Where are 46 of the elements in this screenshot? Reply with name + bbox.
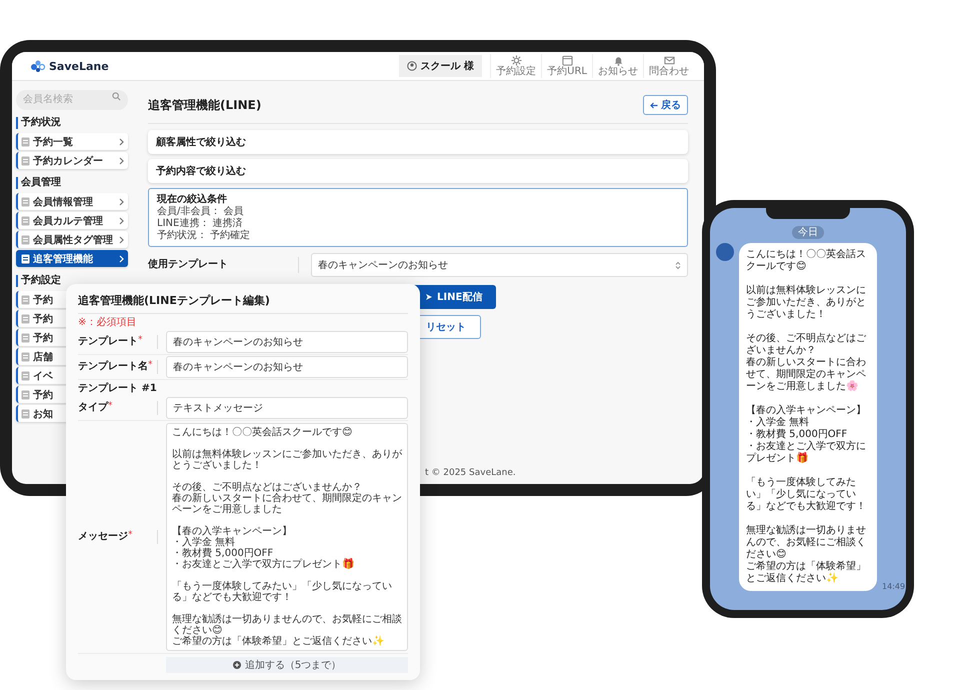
- required-note: ※：必須項目: [78, 317, 136, 329]
- message-line: 春の新しいスタートに合わせて、期間限定のキャンペーンをご用意しました🌸: [746, 357, 867, 393]
- modal-title: 追客管理機能(LINEテンプレート編集): [78, 293, 408, 314]
- message-line: 春の新しいスタートに合わせて、期間限定のキャンペーンをご用意しました: [172, 493, 402, 515]
- message-line: ご希望の方は「体験希望」とご返信ください✨: [172, 636, 385, 647]
- message-line: その後、ご不明点などはございませんか？: [172, 482, 362, 493]
- message-line: ・入学金 無料: [172, 537, 236, 548]
- field-label: テンプレート: [78, 335, 138, 349]
- field-label: テンプレート名: [78, 360, 148, 374]
- condition-text: 会員/非会員： 会員: [157, 206, 245, 218]
- field-label: メッセージ: [78, 530, 128, 544]
- page-title: 追客管理機能(LINE): [148, 96, 262, 114]
- message-line: 無理な勧誘は一切ありませんので、お気軽にご相談ください😊: [172, 614, 402, 636]
- copyright-text: t © 2025 SaveLane.: [424, 468, 517, 478]
- message-line: 以前は無料体験レッスンにご参加いただき、ありがとうございました！: [746, 285, 867, 321]
- required-mark: *: [148, 360, 152, 370]
- message-time: 14:49: [882, 582, 906, 591]
- message-line: その後、ご不明点などはございませんか？: [746, 333, 867, 356]
- message-line: ・入学金 無料: [746, 417, 810, 428]
- message-line: ・お友達とご入学で双方にプレゼント🎁: [746, 441, 867, 465]
- section-heading: 予約状況: [16, 117, 61, 129]
- condition-text: 予約状況： 予約確定: [157, 230, 252, 242]
- message-line: ・お友達とご入学で双方にプレゼント🎁: [172, 559, 355, 570]
- section-heading: 会員管理: [16, 177, 61, 189]
- message-line: 以前は無料体験レッスンにご参加いただき、ありがとうございました！: [172, 449, 402, 471]
- required-mark: *: [128, 530, 132, 540]
- logo-text: SaveLane: [49, 60, 109, 72]
- message-line: 【春の入学キャンペーン】: [172, 526, 293, 537]
- message-line: ご希望の方は「体験希望」とご返信ください✨: [746, 561, 867, 585]
- required-mark: *: [138, 335, 142, 345]
- field-label: タイプ: [78, 401, 108, 415]
- section-heading: テンプレート #1: [78, 383, 157, 395]
- date-badge: 今日: [792, 226, 824, 239]
- message-line: 「もう一度体験してみたい」「少し気になっている」などでも大歓迎です！: [172, 581, 393, 603]
- message-line: ・教材費 5,000円OFF: [746, 429, 848, 440]
- field-label: 使用テンプレート: [148, 257, 299, 273]
- message-line: 無理な勧誘は一切ありませんので、お気軽にご相談ください😊: [746, 525, 867, 560]
- message-line: こんにちは！〇〇英会話スクールです😊: [746, 249, 867, 273]
- message-line: 【春の入学キャンペーン】: [746, 405, 867, 416]
- message-line: ・教材費 5,000円OFF: [172, 548, 274, 559]
- message-line: 「もう一度体験してみたい」「少し気になっている」などでも大歓迎です！: [746, 477, 867, 513]
- message-line: こんにちは！〇〇英会話スクールです😊: [172, 427, 354, 438]
- required-mark: *: [108, 401, 112, 411]
- condition-text: LINE連携： 連携済: [157, 218, 244, 230]
- section-heading: 予約設定: [16, 275, 61, 287]
- conditions-heading: 現在の絞込条件: [157, 193, 228, 206]
